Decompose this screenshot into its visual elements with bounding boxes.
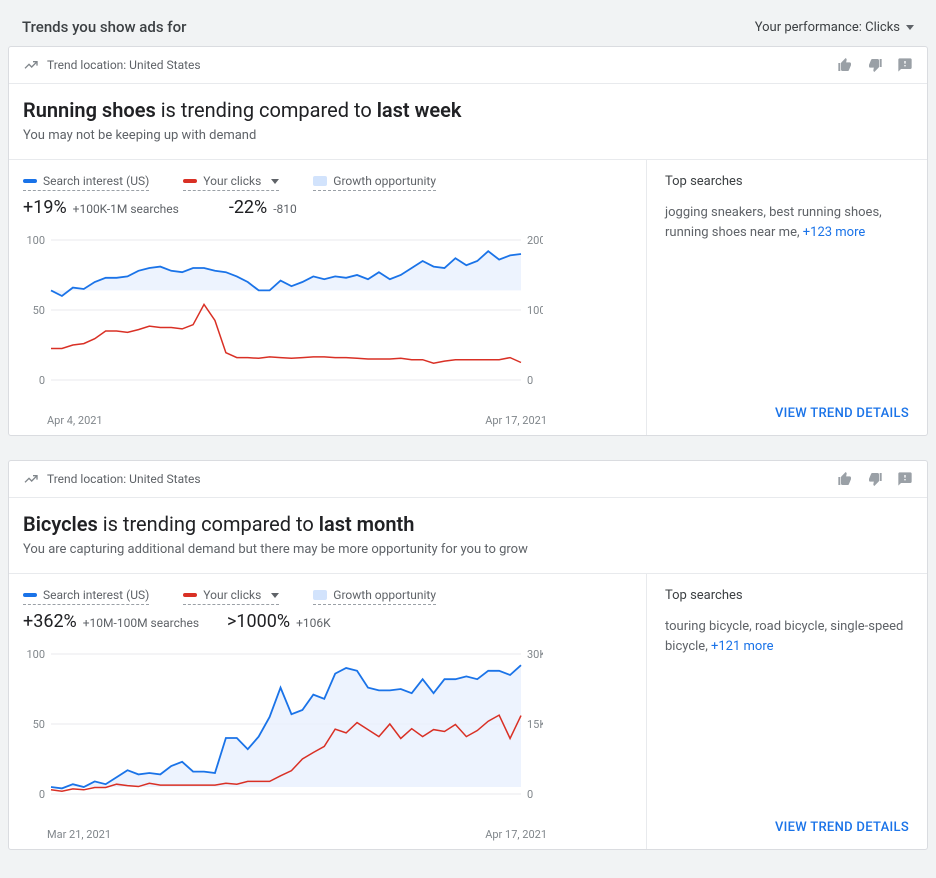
legend-clicks[interactable]: Your clicks (183, 588, 279, 605)
trend-chart: 100 50 0 30K 15K 0 (23, 644, 543, 824)
view-trend-details-button[interactable]: VIEW TREND DETAILS (665, 394, 909, 421)
legend-search[interactable]: Search interest (US) (23, 174, 149, 191)
trend-icon (23, 57, 39, 73)
legend-row: Search interest (US) Your clicks Growth … (23, 588, 632, 605)
performance-selector[interactable]: Your performance: Clicks (755, 20, 914, 35)
legend-opportunity[interactable]: Growth opportunity (313, 174, 436, 191)
svg-text:0: 0 (39, 788, 45, 801)
stat-clicks: >1000%+106K (227, 611, 331, 632)
card-headline: Bicycles is trending compared to last mo… (9, 498, 927, 573)
thumbs-up-icon[interactable] (837, 471, 853, 487)
view-trend-details-button[interactable]: VIEW TREND DETAILS (665, 808, 909, 835)
svg-text:0: 0 (39, 374, 45, 387)
card-headline: Running shoes is trending compared to la… (9, 84, 927, 159)
caret-down-icon (906, 25, 914, 30)
more-searches-link[interactable]: +121 more (711, 639, 774, 654)
thumbs-up-icon[interactable] (837, 57, 853, 73)
top-searches-text: touring bicycle, road bicycle, single-sp… (665, 617, 909, 656)
stat-search: +19%+100K-1M searches (23, 197, 179, 218)
trend-location: Trend location: United States (47, 472, 201, 486)
legend-row: Search interest (US) Your clicks Growth … (23, 174, 632, 191)
card-body: Search interest (US) Your clicks Growth … (9, 573, 927, 849)
feedback-icon[interactable] (897, 471, 913, 487)
chart-column: Search interest (US) Your clicks Growth … (9, 574, 647, 849)
svg-text:0: 0 (527, 374, 533, 387)
headline-text: Bicycles is trending compared to last mo… (23, 512, 913, 536)
thumbs-down-icon[interactable] (867, 57, 883, 73)
stat-search: +362%+10M-100M searches (23, 611, 199, 632)
stat-clicks: -22%-810 (229, 197, 297, 218)
headline-subtext: You are capturing additional demand but … (23, 542, 913, 557)
legend-opportunity[interactable]: Growth opportunity (313, 588, 436, 605)
card-top-bar: Trend location: United States (9, 47, 927, 84)
trend-icon (23, 471, 39, 487)
headline-text: Running shoes is trending compared to la… (23, 98, 913, 122)
top-searches-title: Top searches (665, 174, 909, 189)
trend-card: Trend location: United States Bicycles i… (8, 460, 928, 850)
svg-text:1000: 1000 (527, 304, 543, 317)
svg-text:2000: 2000 (527, 234, 543, 247)
legend-clicks[interactable]: Your clicks (183, 174, 279, 191)
trend-card: Trend location: United States Running sh… (8, 46, 928, 436)
thumbs-down-icon[interactable] (867, 471, 883, 487)
card-top-bar: Trend location: United States (9, 461, 927, 498)
top-searches-title: Top searches (665, 588, 909, 603)
chart-column: Search interest (US) Your clicks Growth … (9, 160, 647, 435)
section-title: Trends you show ads for (22, 18, 186, 36)
svg-text:30K: 30K (527, 648, 543, 661)
card-body: Search interest (US) Your clicks Growth … (9, 159, 927, 435)
side-column: Top searches touring bicycle, road bicyc… (647, 574, 927, 849)
trend-location: Trend location: United States (47, 58, 201, 72)
more-searches-link[interactable]: +123 more (803, 225, 866, 240)
x-axis-labels: Mar 21, 2021 Apr 17, 2021 (47, 828, 547, 841)
stats-row: +362%+10M-100M searches >1000%+106K (23, 611, 632, 632)
svg-text:100: 100 (26, 648, 45, 661)
trend-chart: 100 50 0 2000 1000 0 (23, 230, 543, 410)
top-searches-text: jogging sneakers, best running shoes, ru… (665, 203, 909, 242)
svg-text:50: 50 (33, 718, 45, 731)
performance-label: Your performance: Clicks (755, 20, 900, 35)
svg-text:100: 100 (26, 234, 45, 247)
headline-subtext: You may not be keeping up with demand (23, 128, 913, 143)
section-header: Trends you show ads for Your performance… (4, 4, 932, 46)
feedback-icon[interactable] (897, 57, 913, 73)
x-axis-labels: Apr 4, 2021 Apr 17, 2021 (47, 414, 547, 427)
stats-row: +19%+100K-1M searches -22%-810 (23, 197, 632, 218)
svg-text:15K: 15K (527, 718, 543, 731)
side-column: Top searches jogging sneakers, best runn… (647, 160, 927, 435)
svg-text:0: 0 (527, 788, 533, 801)
page-root: Trends you show ads for Your performance… (0, 0, 936, 878)
legend-search[interactable]: Search interest (US) (23, 588, 149, 605)
svg-text:50: 50 (33, 304, 45, 317)
